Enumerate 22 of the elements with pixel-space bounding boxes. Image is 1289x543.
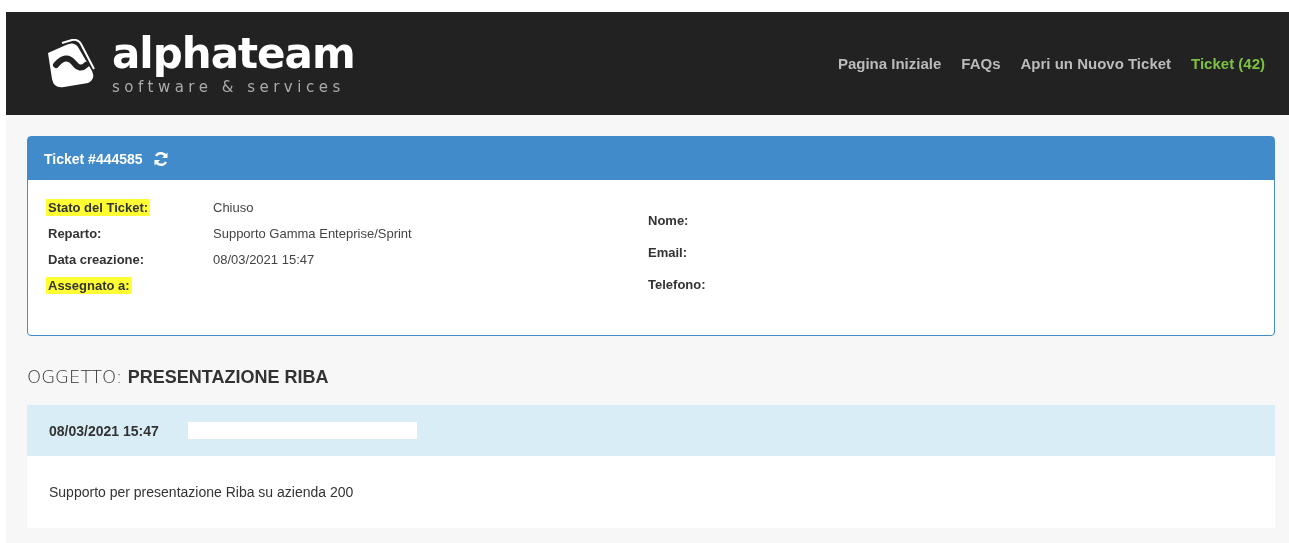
nav-link[interactable]: Ticket (42) xyxy=(1191,55,1265,72)
logo-tagline: software & services xyxy=(112,77,346,96)
field-label: Telefono: xyxy=(647,276,707,293)
message-body: Supporto per presentazione Riba su azienda 200 xyxy=(27,456,1275,528)
subject-text: PRESENTAZIONE RIBA xyxy=(127,367,329,387)
nav-link[interactable]: FAQs xyxy=(961,55,1001,72)
refresh-icon[interactable] xyxy=(152,150,169,167)
message-date: 08/03/2021 15:47 xyxy=(49,422,159,439)
nav-link[interactable]: Apri un Nuovo Ticket xyxy=(1020,55,1172,72)
field-label: Assegnato a: xyxy=(46,277,132,294)
field-label: Stato del Ticket: xyxy=(46,199,151,216)
field-label: Reparto: xyxy=(47,225,103,242)
nav-link[interactable]: Pagina Iniziale xyxy=(837,55,942,72)
field-label: Data creazione: xyxy=(47,251,146,268)
field-label: Nome: xyxy=(647,212,690,229)
field-value: Supporto Gamma Enteprise/Sprint xyxy=(213,226,413,241)
ticket-title: Ticket #444585 xyxy=(44,150,143,167)
field-value: Chiuso xyxy=(213,200,255,215)
field-value: 08/03/2021 15:47 xyxy=(213,252,316,267)
subject-label: OGGETTO: xyxy=(27,366,123,387)
field-label: Email: xyxy=(647,244,688,261)
logo-name: alphateam xyxy=(112,31,355,76)
